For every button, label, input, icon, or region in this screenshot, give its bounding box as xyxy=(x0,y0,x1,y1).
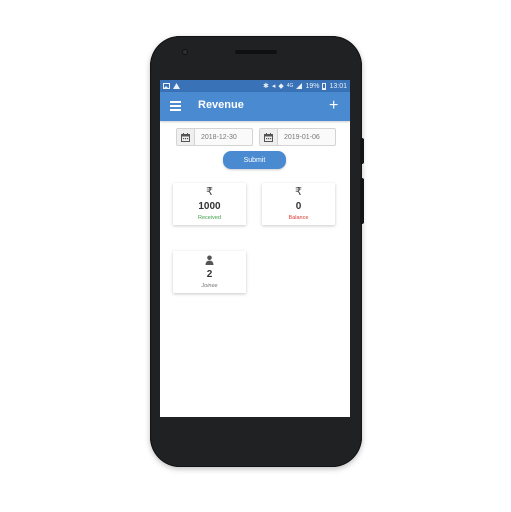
wifi-icon: ◆ xyxy=(278,82,284,90)
battery-percent: 19% xyxy=(305,82,320,90)
calendar-icon xyxy=(260,129,278,145)
phone-screen: ✱ ◂ ◆ 4G 19% 13:01 Revenue + 2018-12-30 … xyxy=(160,80,350,417)
calendar-icon xyxy=(177,129,195,145)
joinee-label: Joinee xyxy=(201,283,218,289)
network-type: 4G xyxy=(286,83,294,89)
front-camera xyxy=(182,49,188,55)
to-date-field[interactable]: 2019-01-06 xyxy=(259,128,336,146)
power-button xyxy=(360,138,364,164)
received-label: Received xyxy=(198,215,221,221)
bluetooth-icon: ✱ xyxy=(263,82,269,90)
volume-button xyxy=(360,178,364,224)
received-value: 1000 xyxy=(198,201,221,212)
image-icon xyxy=(163,83,170,89)
person-icon xyxy=(205,255,214,267)
clock: 13:01 xyxy=(329,82,347,90)
received-card[interactable]: ₹ 1000 Received xyxy=(173,183,246,225)
rupee-icon: ₹ xyxy=(295,186,302,198)
from-date-field[interactable]: 2018-12-30 xyxy=(176,128,253,146)
plus-icon[interactable]: + xyxy=(329,98,338,114)
from-date-value: 2018-12-30 xyxy=(201,133,237,141)
rupee-icon: ₹ xyxy=(206,186,213,198)
balance-card[interactable]: ₹ 0 Balance xyxy=(262,183,335,225)
earpiece-speaker xyxy=(235,50,277,54)
warning-icon xyxy=(173,83,180,89)
page-title: Revenue xyxy=(198,99,244,111)
balance-value: 0 xyxy=(295,201,302,212)
app-bar: Revenue + xyxy=(160,92,350,121)
hamburger-menu-icon[interactable] xyxy=(170,101,181,111)
submit-button[interactable]: Submit xyxy=(223,151,286,169)
to-date-value: 2019-01-06 xyxy=(284,133,320,141)
balance-label: Balance xyxy=(288,215,309,221)
status-bar: ✱ ◂ ◆ 4G 19% 13:01 xyxy=(160,80,350,92)
joinee-card[interactable]: 2 Joinee xyxy=(173,251,246,293)
battery-icon xyxy=(322,82,327,90)
mute-icon: ◂ xyxy=(271,82,276,90)
signal-icon xyxy=(296,83,303,89)
joinee-value: 2 xyxy=(206,269,213,280)
